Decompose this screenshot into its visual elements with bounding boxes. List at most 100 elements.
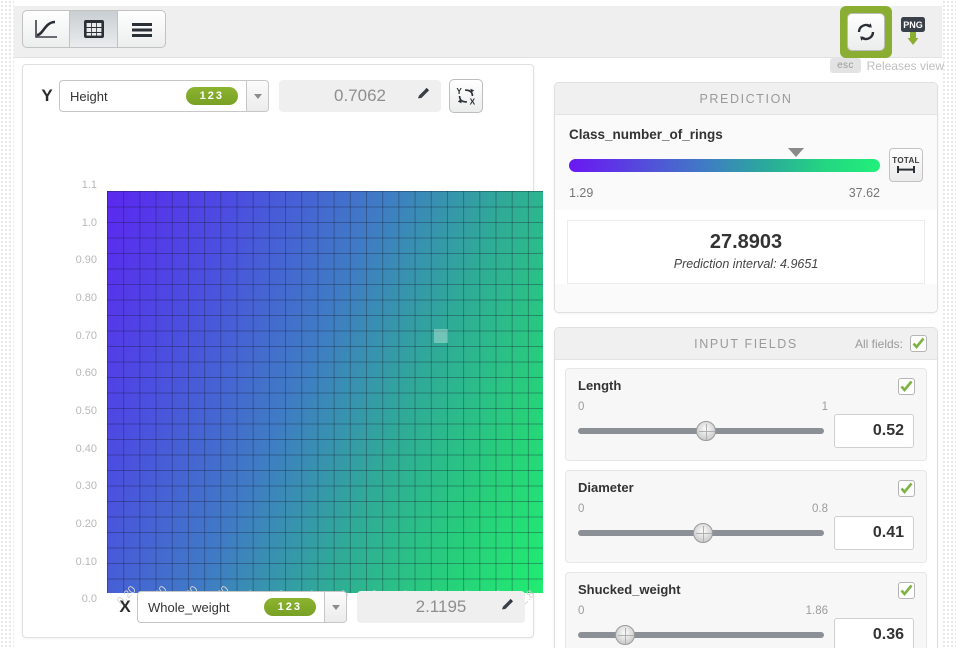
total-button-label: TOTAL <box>892 156 920 165</box>
input-field-name: Diameter <box>578 480 634 495</box>
slider-handle[interactable] <box>693 523 714 543</box>
input-field-checkbox[interactable] <box>898 378 915 395</box>
y-tick-label: 0.90 <box>75 254 97 267</box>
input-field-min: 0 <box>578 401 585 413</box>
toolbar-right-actions: PNG <box>840 6 930 58</box>
input-fields-header-title: INPUT FIELDS <box>694 336 798 351</box>
all-fields-checkbox[interactable] <box>910 335 927 352</box>
x-value: 2.1195 <box>415 597 467 616</box>
view-switcher <box>22 10 166 48</box>
input-field-row: Shucked_weight 0 1.86 0.36 <box>565 572 927 648</box>
y-value-box[interactable]: 0.7062 <box>279 80 441 112</box>
prediction-body: Class_number_of_rings TOTAL 1.29 37.62 <box>555 115 937 210</box>
esc-key-badge: esc <box>830 58 861 73</box>
y-axis-ticks: 1.1 1.0 0.90 0.80 0.70 0.60 0.50 0.40 0.… <box>57 179 103 605</box>
input-field-slider-row: 0.36 <box>578 618 914 648</box>
y-tick-label: 0.20 <box>75 518 97 531</box>
prediction-range-row: 1.29 37.62 <box>569 186 923 200</box>
prediction-range-min: 1.29 <box>569 186 594 200</box>
measure-width-icon <box>897 166 915 173</box>
input-fields-list: Length 0 1 0.52 Diameter 0 0.8 0.41 Shuc… <box>555 360 937 648</box>
input-field-value[interactable]: 0.36 <box>834 618 914 648</box>
y-field-type-badge: 123 <box>185 87 238 105</box>
input-field-slider[interactable] <box>578 421 824 441</box>
input-field-slider-row: 0.52 <box>578 414 914 448</box>
x-field-name: Whole_weight <box>148 599 230 615</box>
y-value-edit-button[interactable] <box>416 86 431 106</box>
input-fields-card: INPUT FIELDS All fields: Length 0 1 0.52… <box>554 327 938 648</box>
all-fields-label: All fields: <box>854 336 903 351</box>
prediction-marker-icon <box>788 147 805 157</box>
checkmark-icon <box>900 584 913 597</box>
right-column: PREDICTION Class_number_of_rings TOTAL 1… <box>554 82 938 648</box>
input-field-value[interactable]: 0.52 <box>834 414 914 448</box>
x-field-select[interactable]: Whole_weight 123 <box>137 591 347 623</box>
input-field-slider[interactable] <box>578 523 824 543</box>
y-tick-label: 0.10 <box>75 555 97 568</box>
y-field-dropdown-caret[interactable] <box>246 81 268 111</box>
y-tick-label: 0.40 <box>75 442 97 455</box>
refresh-highlight <box>840 6 892 58</box>
heatmap-grid-view-button[interactable] <box>70 10 118 48</box>
chevron-down-icon <box>331 604 340 610</box>
y-field-select[interactable]: Height 123 <box>59 80 269 112</box>
input-field-slider[interactable] <box>578 625 824 645</box>
refresh-button[interactable] <box>847 13 885 51</box>
input-field-range: 0 0.8 <box>578 503 914 515</box>
prediction-gradient-bar <box>569 158 880 172</box>
total-button[interactable]: TOTAL <box>889 148 923 182</box>
page-texture-right <box>942 0 956 648</box>
slider-handle[interactable] <box>695 421 716 441</box>
prediction-gradient-wrap[interactable] <box>569 147 880 172</box>
input-field-max: 0.8 <box>812 503 828 515</box>
y-value: 0.7062 <box>334 86 386 105</box>
slider-handle[interactable] <box>614 625 635 645</box>
x-field-dropdown-caret[interactable] <box>324 592 346 622</box>
heatmap-plot[interactable] <box>107 191 543 593</box>
y-tick-label: 0.60 <box>75 367 97 380</box>
checkmark-icon <box>900 380 913 393</box>
objective-field-name: Class_number_of_rings <box>569 127 723 142</box>
curve-chart-icon <box>35 20 57 38</box>
x-value-box[interactable]: 2.1195 <box>357 591 525 623</box>
prediction-card-header: PREDICTION <box>555 83 937 115</box>
input-field-row: Diameter 0 0.8 0.41 <box>565 470 927 563</box>
pencil-icon <box>418 87 429 99</box>
swap-axes-button[interactable]: Y X <box>449 79 483 113</box>
input-field-name: Length <box>578 378 622 393</box>
all-fields-toggle-group: All fields: <box>855 335 927 352</box>
input-field-min: 0 <box>578 605 585 617</box>
input-field-range: 0 1.86 <box>578 605 914 617</box>
svg-text:Y: Y <box>456 87 462 96</box>
y-tick-label: 1.1 <box>81 179 97 191</box>
heatmap-grid-lines <box>107 191 543 593</box>
input-field-value[interactable]: 0.41 <box>834 516 914 550</box>
input-field-checkbox[interactable] <box>898 582 915 599</box>
selected-cell-marker <box>434 329 448 343</box>
prediction-range-max: 37.62 <box>848 186 880 200</box>
list-view-button[interactable] <box>118 10 166 48</box>
download-png-button[interactable]: PNG <box>896 13 930 51</box>
y-tick-label: 0.30 <box>75 480 97 493</box>
esc-hint-row: esc Releases view <box>830 58 944 73</box>
chevron-down-icon <box>253 93 262 99</box>
prediction-bar-row: TOTAL <box>569 147 923 182</box>
x-value-edit-button[interactable] <box>500 597 515 617</box>
y-field-name: Height <box>70 88 108 104</box>
curve-chart-view-button[interactable] <box>22 10 70 48</box>
y-axis-letter: Y <box>41 86 53 105</box>
input-field-min: 0 <box>578 503 585 515</box>
pencil-icon <box>502 598 513 610</box>
esc-hint-text: Releases view <box>866 58 944 73</box>
y-tick-label: 0.50 <box>75 405 97 418</box>
y-tick-label: 0.70 <box>75 329 97 342</box>
input-field-checkbox[interactable] <box>898 480 915 497</box>
checkmark-icon <box>900 482 913 495</box>
svg-text:PNG: PNG <box>903 20 923 30</box>
x-axis-controls: X Whole_weight 123 2.1195 <box>113 591 525 623</box>
svg-text:X: X <box>470 97 476 106</box>
input-field-max: 1.86 <box>805 605 828 617</box>
toolbar-top-edge <box>14 0 942 6</box>
y-axis-controls: Y Height 123 0.7062 Y X <box>35 79 483 113</box>
y-tick-label: 1.0 <box>81 216 97 229</box>
